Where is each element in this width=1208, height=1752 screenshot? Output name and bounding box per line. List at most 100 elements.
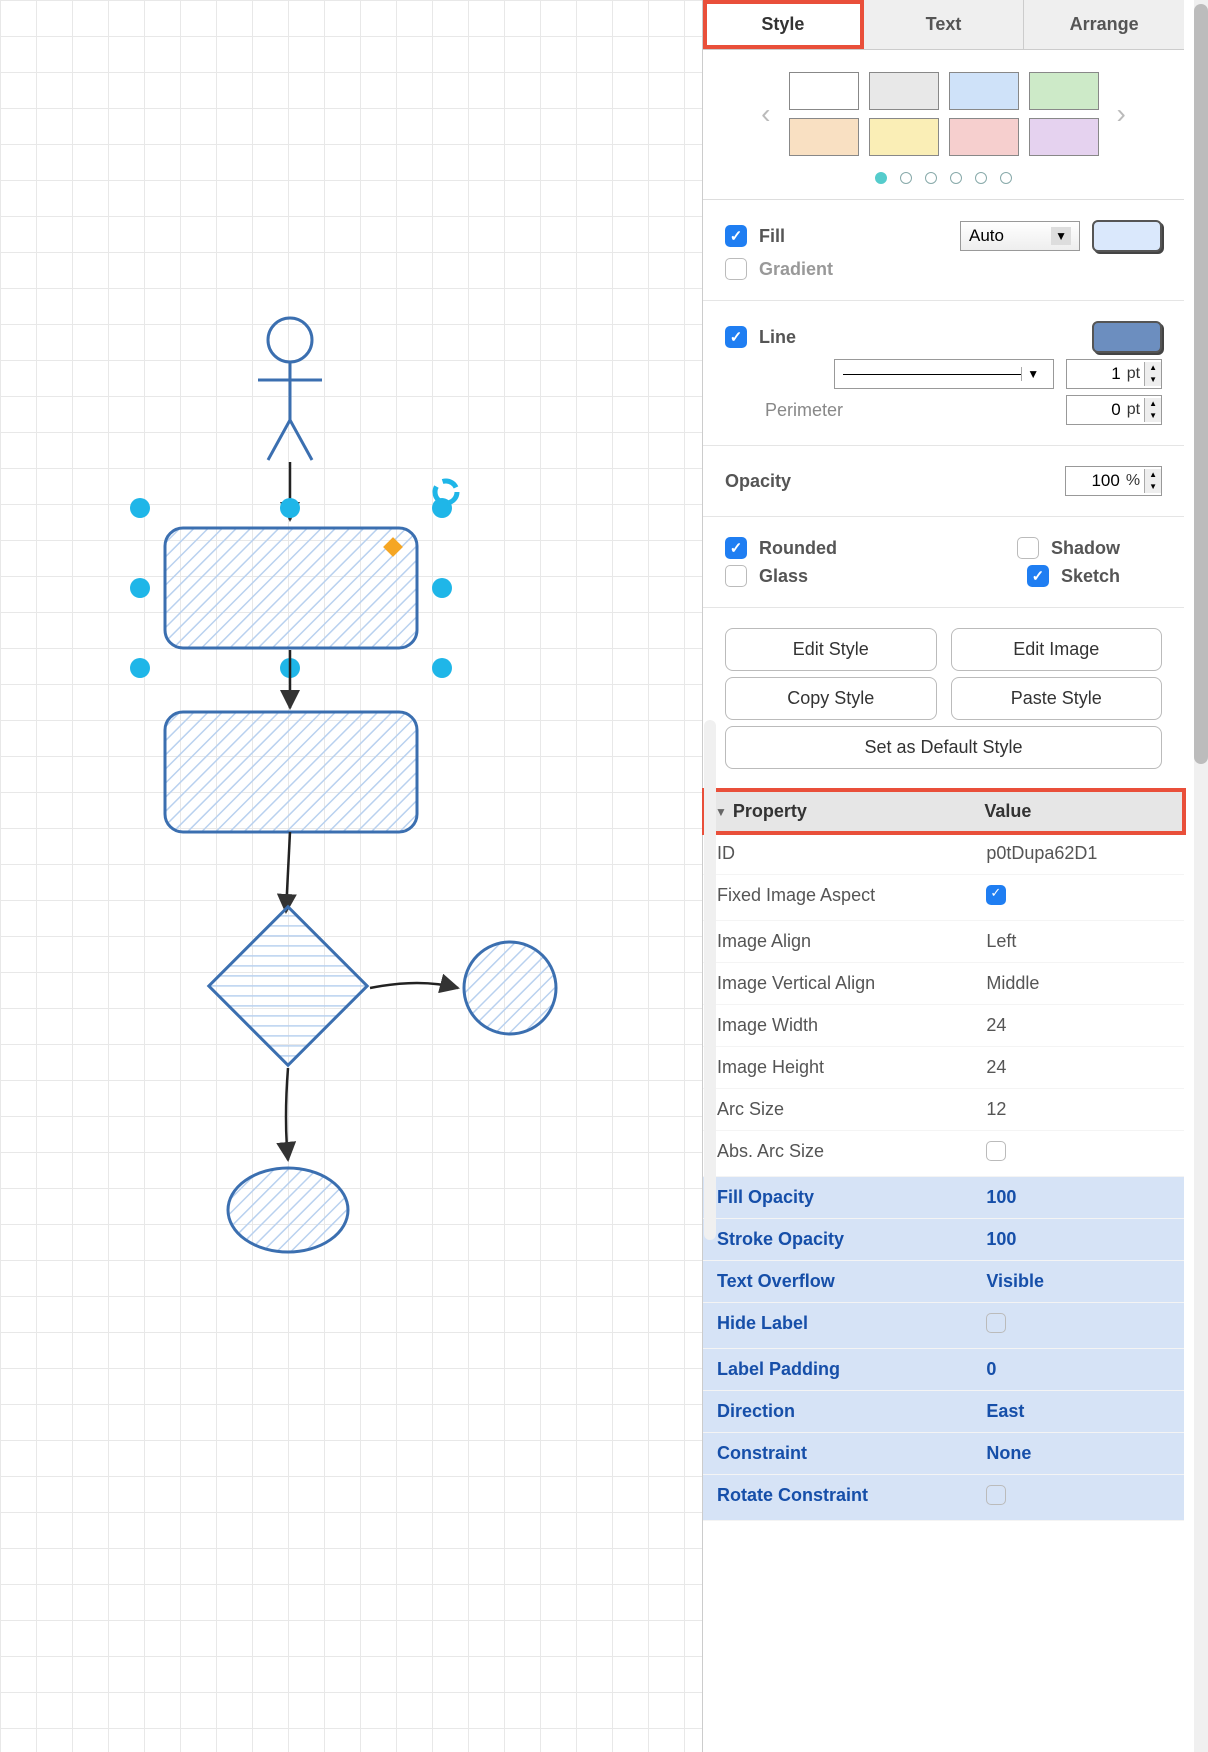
property-row[interactable]: Fill Opacity100	[703, 1177, 1184, 1219]
set-default-style-button[interactable]: Set as Default Style	[725, 726, 1162, 769]
property-value[interactable]	[972, 875, 1184, 920]
property-row[interactable]: Abs. Arc Size	[703, 1131, 1184, 1177]
property-value[interactable]: 24	[972, 1047, 1184, 1088]
sketch-checkbox[interactable]	[1027, 565, 1049, 587]
property-row[interactable]: Rotate Constraint	[703, 1475, 1184, 1521]
property-value[interactable]: Left	[972, 921, 1184, 962]
edit-image-button[interactable]: Edit Image	[951, 628, 1163, 671]
canvas[interactable]	[0, 0, 702, 1752]
stepper-up-icon[interactable]: ▲	[1145, 362, 1161, 374]
property-checkbox[interactable]	[986, 1313, 1006, 1333]
tab-text[interactable]: Text	[864, 0, 1025, 49]
property-checkbox[interactable]	[986, 885, 1006, 905]
property-checkbox[interactable]	[986, 1485, 1006, 1505]
color-swatch[interactable]	[1029, 118, 1099, 156]
property-row[interactable]: DirectionEast	[703, 1391, 1184, 1433]
pager-dot[interactable]	[1000, 172, 1012, 184]
palette-next-icon[interactable]: ›	[1109, 98, 1134, 130]
process-shape-2[interactable]	[165, 712, 417, 832]
gradient-label: Gradient	[759, 259, 833, 280]
color-swatch[interactable]	[789, 118, 859, 156]
property-row[interactable]: Image Vertical AlignMiddle	[703, 963, 1184, 1005]
property-row[interactable]: Fixed Image Aspect	[703, 875, 1184, 921]
property-value[interactable]: Middle	[972, 963, 1184, 1004]
rounded-checkbox[interactable]	[725, 537, 747, 559]
fill-checkbox[interactable]	[725, 225, 747, 247]
tab-style[interactable]: Style	[703, 0, 864, 49]
circle-shape[interactable]	[464, 942, 556, 1034]
property-key: Hide Label	[703, 1303, 972, 1348]
color-swatch[interactable]	[789, 72, 859, 110]
line-checkbox[interactable]	[725, 326, 747, 348]
ellipse-shape[interactable]	[228, 1168, 348, 1252]
edit-style-button[interactable]: Edit Style	[725, 628, 937, 671]
pager-dot[interactable]	[900, 172, 912, 184]
actor-shape[interactable]	[258, 318, 322, 460]
line-width-input[interactable]: pt ▲▼	[1066, 359, 1162, 389]
color-swatch[interactable]	[949, 72, 1019, 110]
property-value[interactable]: 24	[972, 1005, 1184, 1046]
palette-prev-icon[interactable]: ‹	[753, 98, 778, 130]
property-checkbox[interactable]	[986, 1141, 1006, 1161]
pager-dot[interactable]	[950, 172, 962, 184]
property-value[interactable]: 0	[972, 1349, 1184, 1390]
line-style-select[interactable]: ▼	[834, 359, 1054, 389]
opacity-value[interactable]	[1066, 471, 1126, 491]
property-key: Abs. Arc Size	[703, 1131, 972, 1176]
gradient-checkbox[interactable]	[725, 258, 747, 280]
paste-style-button[interactable]: Paste Style	[951, 677, 1163, 720]
color-swatch[interactable]	[949, 118, 1019, 156]
stepper-down-icon[interactable]: ▼	[1145, 374, 1161, 386]
stepper-down-icon[interactable]: ▼	[1145, 410, 1161, 422]
edge-5[interactable]	[286, 1068, 288, 1160]
property-table-header[interactable]: ▼Property Value	[703, 790, 1184, 833]
decision-shape[interactable]	[209, 907, 367, 1065]
color-swatch[interactable]	[869, 72, 939, 110]
stepper-up-icon[interactable]: ▲	[1145, 398, 1161, 410]
color-swatch[interactable]	[1029, 72, 1099, 110]
fill-color-well[interactable]	[1092, 220, 1162, 252]
property-row[interactable]: ConstraintNone	[703, 1433, 1184, 1475]
property-row[interactable]: Hide Label	[703, 1303, 1184, 1349]
property-row[interactable]: Label Padding0	[703, 1349, 1184, 1391]
perimeter-input[interactable]: pt ▲▼	[1066, 395, 1162, 425]
property-row[interactable]: Arc Size12	[703, 1089, 1184, 1131]
property-value[interactable]	[972, 1475, 1184, 1520]
disclosure-triangle-icon[interactable]: ▼	[715, 805, 727, 819]
line-color-well[interactable]	[1092, 321, 1162, 353]
property-row[interactable]: Stroke Opacity100	[703, 1219, 1184, 1261]
property-value[interactable]	[972, 1131, 1184, 1176]
pager-dot[interactable]	[925, 172, 937, 184]
pager-dot[interactable]	[875, 172, 887, 184]
stepper-up-icon[interactable]: ▲	[1145, 469, 1161, 481]
property-value[interactable]: 12	[972, 1089, 1184, 1130]
property-row[interactable]: Text OverflowVisible	[703, 1261, 1184, 1303]
edge-4[interactable]	[370, 983, 458, 988]
copy-style-button[interactable]: Copy Style	[725, 677, 937, 720]
pager-dot[interactable]	[975, 172, 987, 184]
property-row[interactable]: Image AlignLeft	[703, 921, 1184, 963]
property-value[interactable]: None	[972, 1433, 1184, 1474]
property-row[interactable]: Image Height24	[703, 1047, 1184, 1089]
selected-process-shape[interactable]	[130, 481, 457, 678]
property-value[interactable]	[972, 1303, 1184, 1348]
property-value[interactable]: Visible	[972, 1261, 1184, 1302]
canvas-scrollbar[interactable]	[704, 720, 716, 1240]
tab-arrange[interactable]: Arrange	[1024, 0, 1184, 49]
shadow-checkbox[interactable]	[1017, 537, 1039, 559]
perimeter-value[interactable]	[1067, 400, 1127, 420]
opacity-input[interactable]: % ▲▼	[1065, 466, 1162, 496]
stepper-down-icon[interactable]: ▼	[1145, 481, 1161, 493]
edge-3[interactable]	[286, 832, 290, 912]
panel-scrollbar[interactable]	[1194, 0, 1208, 1752]
color-swatch[interactable]	[869, 118, 939, 156]
fill-mode-select[interactable]: Auto ▼	[960, 221, 1080, 251]
property-value[interactable]: 100	[972, 1219, 1184, 1260]
property-value[interactable]: 100	[972, 1177, 1184, 1218]
property-row[interactable]: IDp0tDupa62D1	[703, 833, 1184, 875]
property-value[interactable]: p0tDupa62D1	[972, 833, 1184, 874]
property-row[interactable]: Image Width24	[703, 1005, 1184, 1047]
glass-checkbox[interactable]	[725, 565, 747, 587]
property-value[interactable]: East	[972, 1391, 1184, 1432]
line-width-value[interactable]	[1067, 364, 1127, 384]
